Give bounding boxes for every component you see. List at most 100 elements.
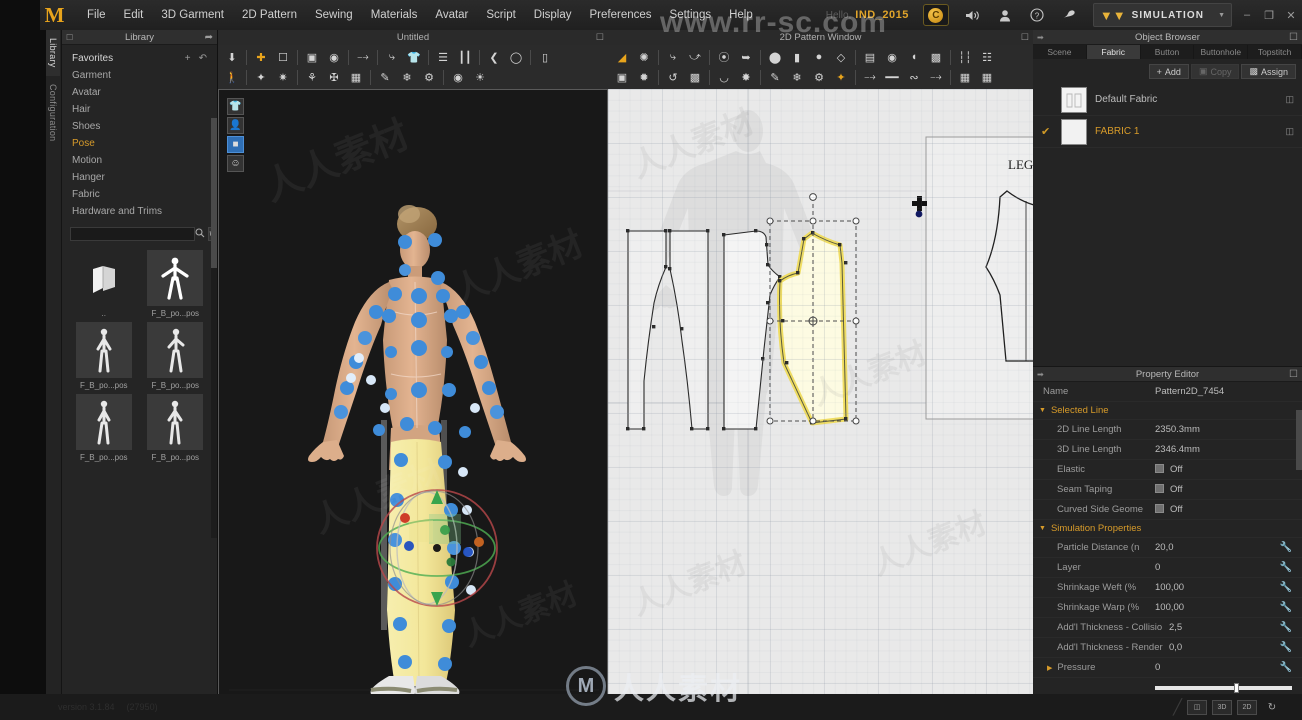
object-browser-float-icon[interactable]: ☐	[1289, 32, 1298, 43]
library-item-favorites[interactable]: Favorites + ↶	[62, 50, 217, 67]
section-selected-line[interactable]: ▼ Selected Line	[1033, 402, 1302, 420]
fabric-swatch[interactable]	[1061, 118, 1087, 145]
fabric-assign-icon[interactable]: ✦	[830, 68, 852, 87]
sewing-line-icon[interactable]: ⤍	[352, 48, 374, 67]
edit-point-icon[interactable]: ✺	[633, 48, 655, 67]
library-item-hardware-and-trims[interactable]: Hardware and Trims	[62, 203, 217, 220]
checkbox-icon[interactable]	[1155, 504, 1164, 513]
add-point-icon[interactable]: ⦿	[713, 48, 735, 67]
sew-free-icon[interactable]: ∾	[903, 68, 925, 87]
wrench-icon[interactable]: 🔧	[1280, 602, 1292, 613]
mannequin-icon[interactable]: ▦	[345, 68, 367, 87]
sew-line-icon[interactable]: ⤍	[859, 68, 881, 87]
pleat-icon[interactable]: ┆┆	[954, 48, 976, 67]
tab-buttonhole[interactable]: Buttonhole	[1194, 45, 1249, 59]
wrench-icon[interactable]: 🔧	[1280, 642, 1292, 653]
garment-icon[interactable]: 👕	[403, 48, 425, 67]
texture-icon[interactable]: ❄	[396, 68, 418, 87]
property-value[interactable]: 0	[1155, 562, 1280, 573]
library-scrollbar[interactable]	[211, 118, 217, 538]
menu-item-file[interactable]: File	[78, 5, 115, 25]
list-item[interactable]: F_B_po...pos	[70, 394, 138, 462]
sew-segment-icon[interactable]: ━━	[881, 68, 903, 87]
mode-selector[interactable]: ▼▼ SIMULATION ▼	[1092, 3, 1232, 27]
trace-icon[interactable]: ▩	[925, 48, 947, 67]
copy-button[interactable]: ▣ Copy	[1190, 64, 1240, 79]
grade-icon[interactable]: ◡	[713, 68, 735, 87]
freehand-shape-icon[interactable]: ◇	[830, 48, 852, 67]
circle-shape-icon[interactable]: ●	[808, 48, 830, 67]
property-key-wrap[interactable]: ▶ Pressure	[1043, 662, 1155, 673]
fabric-view-icon[interactable]: ■	[227, 136, 244, 153]
avatar-pose-icon[interactable]: 🚶	[221, 68, 243, 87]
menu-item-script[interactable]: Script	[477, 5, 524, 25]
menu-item-3d-garment[interactable]: 3D Garment	[152, 5, 233, 25]
select-box-icon[interactable]: ☐	[272, 48, 294, 67]
window-minimize-button[interactable]: –	[1236, 0, 1258, 30]
menu-item-settings[interactable]: Settings	[661, 5, 721, 25]
avatar-size-icon[interactable]: ⚘	[301, 68, 323, 87]
zipper-icon[interactable]: ┃┃	[454, 48, 476, 67]
checkbox-icon[interactable]	[1155, 484, 1164, 493]
fold-icon[interactable]: ☷	[976, 48, 998, 67]
fabric-check-icon[interactable]: ✔	[1041, 125, 1053, 138]
search-input[interactable]	[70, 227, 195, 241]
property-value[interactable]: 100,00	[1155, 602, 1280, 613]
sew-check-icon[interactable]: ⤍	[925, 68, 947, 87]
notch-icon[interactable]: ✸	[735, 68, 757, 87]
texture-2d-icon[interactable]: ❄	[786, 68, 808, 87]
library-collapse-icon[interactable]: ➦	[205, 32, 213, 43]
viewport-3d-float-icon[interactable]: ☐	[596, 32, 604, 43]
pressure-slider[interactable]	[1155, 683, 1292, 693]
property-editor-float-icon[interactable]: ☐	[1289, 369, 1298, 380]
seam-allowance-icon[interactable]: ✹	[633, 68, 655, 87]
menu-item-materials[interactable]: Materials	[362, 5, 427, 25]
flip-icon[interactable]: ↺	[662, 68, 684, 87]
fabric-props-icon[interactable]: ◫	[1285, 126, 1294, 137]
credits-button[interactable]: C	[922, 4, 949, 26]
fabric-brush-icon[interactable]: ✎	[374, 68, 396, 87]
vertical-tab-library[interactable]: Library	[46, 30, 60, 76]
wrench-icon[interactable]: 🔧	[1280, 622, 1292, 633]
split-view-button[interactable]: ◫	[1187, 699, 1207, 715]
face-view-icon[interactable]: ☺	[227, 155, 244, 172]
help-icon[interactable]: ?	[1021, 0, 1053, 30]
segment-icon[interactable]: ➥	[735, 48, 757, 67]
menu-item-help[interactable]: Help	[720, 5, 762, 25]
menu-item-2d-pattern[interactable]: 2D Pattern	[233, 5, 306, 25]
pin-icon[interactable]: ◉	[323, 48, 345, 67]
button-2d-icon[interactable]: ⚙	[808, 68, 830, 87]
library-item-motion[interactable]: Motion	[62, 152, 217, 169]
garment-view-icon[interactable]: 👕	[227, 98, 244, 115]
section-simulation-properties[interactable]: ▼ Simulation Properties	[1033, 520, 1302, 538]
viewport-2d-canvas[interactable]: LEGG	[608, 89, 1033, 707]
library-item-hanger[interactable]: Hanger	[62, 169, 217, 186]
brush-2d-icon[interactable]: ✎	[764, 68, 786, 87]
property-editor-dock-icon[interactable]: ➡	[1037, 370, 1044, 379]
wrench-icon[interactable]: 🔧	[1280, 562, 1292, 573]
measure-icon[interactable]: ▯	[534, 48, 556, 67]
speaker-icon[interactable]	[957, 0, 989, 30]
fabric-swatch[interactable]	[1061, 86, 1087, 113]
assign-button[interactable]: ▩ Assign	[1241, 64, 1296, 79]
library-item-pose[interactable]: Pose	[62, 135, 217, 152]
skeleton-icon[interactable]: ✷	[272, 68, 294, 87]
menu-item-preferences[interactable]: Preferences	[581, 5, 661, 25]
view-3d-button[interactable]: 3D	[1212, 699, 1232, 715]
menu-item-avatar[interactable]: Avatar	[426, 5, 477, 25]
bird-logo-icon[interactable]	[1053, 0, 1085, 30]
avatar-measure-icon[interactable]: ✠	[323, 68, 345, 87]
property-value[interactable]: 2,5	[1169, 622, 1280, 633]
wrench-icon[interactable]: 🔧	[1280, 662, 1292, 673]
trim-icon[interactable]: ❮	[483, 48, 505, 67]
list-item[interactable]: F_B_po...pos	[70, 322, 138, 390]
library-float-icon[interactable]: ☐	[66, 33, 73, 42]
tab-scene[interactable]: Scene	[1033, 45, 1087, 59]
window-maximize-button[interactable]: ❐	[1258, 0, 1280, 30]
polygon-shape-icon[interactable]: ⬤	[764, 48, 786, 67]
menu-item-display[interactable]: Display	[525, 5, 581, 25]
library-item-fabric[interactable]: Fabric	[62, 186, 217, 203]
menu-item-sewing[interactable]: Sewing	[306, 5, 362, 25]
back-favorite-icon[interactable]: ↶	[199, 53, 207, 64]
user-id-label[interactable]: IND_2015	[855, 9, 909, 21]
